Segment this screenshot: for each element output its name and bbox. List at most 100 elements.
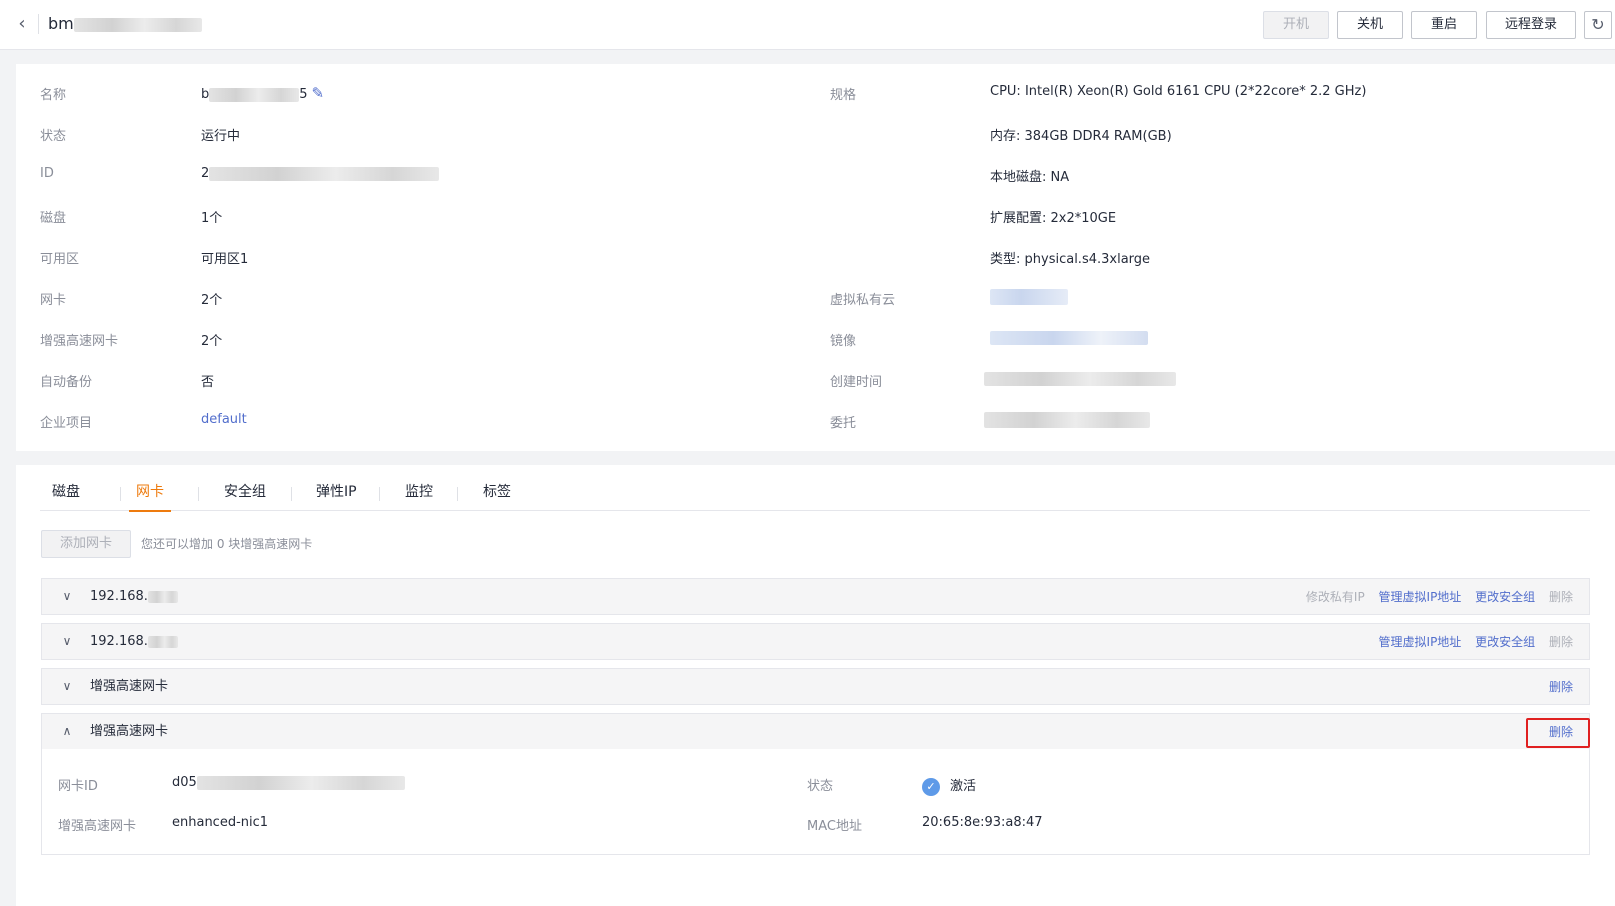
mac-label: MAC地址 [807,819,862,834]
enterprise-project-label: 企业项目 [40,416,93,431]
delete-link[interactable]: 删除 [1549,680,1573,694]
redacted-vpc [990,289,1068,305]
nic-accordion-item[interactable]: ∨ 192.168. 修改私有IP 管理虚拟IP地址 更改安全组 删除 [41,578,1590,615]
nic-operations: 管理虚拟IP地址 更改安全组 删除 [1369,633,1573,651]
manage-virtual-ip-link[interactable]: 管理虚拟IP地址 [1379,635,1462,649]
nic-id-text: d05 [172,775,197,790]
restart-button[interactable]: 重启 [1411,11,1477,39]
nic-accordion-item[interactable]: ∧ 增强高速网卡 删除 [41,713,1590,750]
tab-monitoring-label: 监控 [405,484,433,500]
status-label: 状态 [40,129,67,144]
tab-eip[interactable]: 弹性IP [316,481,357,511]
change-security-group-link[interactable]: 更改安全组 [1475,635,1535,649]
divider [38,14,39,34]
tab-tags[interactable]: 标签 [483,481,511,511]
nic-status-value: ✓ 激活 [922,775,976,796]
nic-name: 增强高速网卡 [90,724,169,739]
tab-tags-label: 标签 [483,484,511,500]
redacted-agency [984,412,1150,428]
nic-ip: 192.168. [90,588,178,606]
server-info-panel: 名称 b 5 ✎ 状态 运行中 ID 2 磁盘 1个 可用区 可用区1 网卡 2个 … [16,64,1615,451]
chevron-down-icon[interactable]: ∨ [58,587,76,605]
pencil-icon[interactable]: ✎ [312,84,325,102]
enterprise-project-link[interactable]: default [201,412,247,427]
remote-login-button[interactable]: 远程登录 [1486,11,1576,39]
enhanced-nic-label: 增强高速网卡 [40,334,119,349]
redacted-image [990,330,1148,345]
modify-private-ip-link[interactable]: 修改私有IP [1306,590,1365,604]
spec-cpu: CPU: Intel(R) Xeon(R) Gold 6161 CPU (2*2… [990,84,1367,99]
chevron-left-icon[interactable]: ‹ [12,14,32,34]
chevron-down-icon[interactable]: ∨ [58,632,76,650]
page-header: ‹ bm 开机 关机 重启 远程登录 ↻ [0,0,1615,50]
enhanced-nic-value: 2个 [201,334,223,349]
tab-monitoring[interactable]: 监控 [405,481,433,511]
name-label: 名称 [40,88,67,103]
redacted-name [209,87,300,102]
nic-accordion-item[interactable]: ∨ 增强高速网卡 删除 [41,668,1590,705]
tab-bar: 磁盘 网卡 安全组 弹性IP 监控 标签 [40,481,1590,512]
name-value: b 5 ✎ [201,84,324,102]
nic-ip-text: 192.168. [90,634,148,649]
tab-divider [291,487,292,501]
spec-type: 类型: physical.s4.3xlarge [990,252,1151,267]
change-security-group-link[interactable]: 更改安全组 [1475,590,1535,604]
nic-ip: 192.168. [90,633,178,651]
agency-label: 委托 [830,416,857,431]
refresh-icon[interactable]: ↻ [1584,11,1612,39]
spec-local-disk: 本地磁盘: NA [990,170,1070,185]
id-label: ID [40,166,54,181]
nic-value: 2个 [201,293,223,308]
tab-nic[interactable]: 网卡 [129,481,171,512]
auto-backup-value: 否 [201,375,215,390]
nic-id-value: d05 [172,775,405,790]
redacted-nic-id [196,775,405,790]
status-value: 运行中 [201,129,241,144]
status-active-icon: ✓ [922,777,940,796]
agency-value [984,412,1150,428]
stop-button[interactable]: 关机 [1337,11,1403,39]
tab-divider [457,487,458,501]
tab-divider [379,487,380,501]
nic-operations: 修改私有IP 管理虚拟IP地址 更改安全组 删除 [1296,588,1573,606]
start-button[interactable]: 开机 [1263,11,1329,39]
vpc-link[interactable] [990,289,1068,305]
tab-disk-label: 磁盘 [52,484,80,500]
delete-link[interactable]: 删除 [1549,725,1573,739]
redacted-ip [147,635,178,648]
spec-label: 规格 [830,88,857,103]
tab-disk[interactable]: 磁盘 [52,481,80,511]
active-tab-underline [129,510,171,512]
name-value-text: b [201,87,210,102]
tab-security-group[interactable]: 安全组 [224,481,266,511]
nic-accordion-item[interactable]: ∨ 192.168. 管理虚拟IP地址 更改安全组 删除 [41,623,1590,660]
spec-extended: 扩展配置: 2x2*10GE [990,211,1117,226]
nic-operations: 删除 [1539,678,1573,696]
nic-status-label: 状态 [807,779,834,794]
redacted-id [209,166,440,181]
delete-link[interactable]: 删除 [1549,635,1573,649]
add-nic-button[interactable]: 添加网卡 [41,530,131,558]
manage-virtual-ip-link[interactable]: 管理虚拟IP地址 [1379,590,1462,604]
spec-memory: 内存: 384GB DDR4 RAM(GB) [990,129,1172,144]
chevron-down-icon[interactable]: ∨ [58,677,76,695]
nic-status-text: 激活 [950,779,977,794]
id-value: 2 [201,166,440,181]
disk-label: 磁盘 [40,211,67,226]
chevron-up-icon[interactable]: ∧ [58,722,76,740]
az-label: 可用区 [40,252,80,267]
tab-security-group-label: 安全组 [224,484,266,500]
delete-link[interactable]: 删除 [1549,590,1573,604]
id-value-text: 2 [201,166,210,181]
nic-label: 网卡 [40,293,67,308]
image-label: 镜像 [830,334,857,349]
mac-value: 20:65:8e:93:a8:47 [922,815,1043,830]
image-link[interactable] [990,330,1148,345]
enhanced-nic-detail-value: enhanced-nic1 [172,815,269,830]
tab-divider [198,487,199,501]
tab-nic-label: 网卡 [136,484,164,500]
nic-operations: 删除 [1539,723,1573,741]
auto-backup-label: 自动备份 [40,375,93,390]
detail-tabs-panel: 磁盘 网卡 安全组 弹性IP 监控 标签 添加网卡 您还可以增加 0 块增强高速… [16,465,1615,906]
page-title-text: bm [48,14,74,33]
